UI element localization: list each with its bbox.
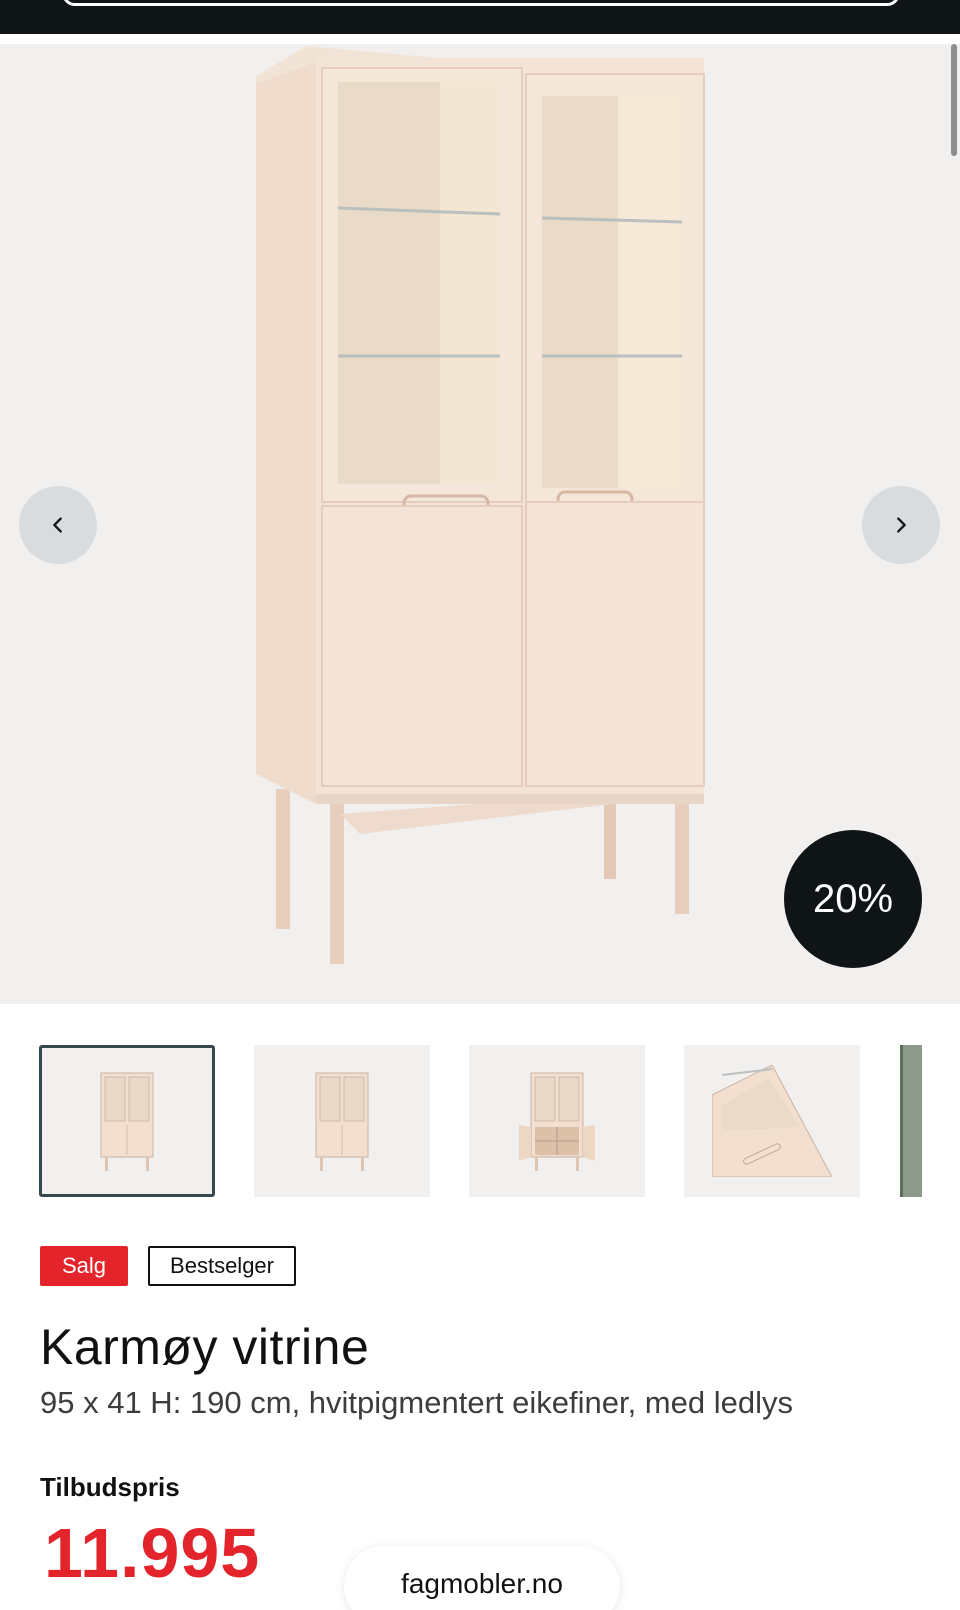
discount-badge: 20% bbox=[784, 830, 922, 968]
product-title: Karmøy vitrine bbox=[40, 1319, 370, 1375]
url-text: fagmobler.no bbox=[401, 1568, 563, 1599]
thumbnail-cabinet-open-image bbox=[519, 1072, 595, 1171]
thumbnail-5-partial[interactable] bbox=[900, 1045, 922, 1197]
price-label: Tilbudspris bbox=[40, 1472, 180, 1502]
previous-image-button[interactable] bbox=[19, 486, 97, 564]
product-image-gallery[interactable]: 20% bbox=[0, 44, 960, 1004]
offer-price: 11.995 bbox=[44, 1514, 261, 1592]
sale-badge: Salg bbox=[40, 1246, 129, 1286]
chevron-left-icon bbox=[53, 517, 62, 533]
bestseller-badge: Bestselger bbox=[148, 1246, 296, 1286]
thumbnail-3[interactable] bbox=[469, 1045, 645, 1197]
thumbnail-2[interactable] bbox=[254, 1045, 430, 1197]
chevron-right-icon bbox=[897, 517, 906, 533]
browser-url-pill[interactable]: fagmobler.no bbox=[344, 1546, 620, 1610]
gallery-scrollbar[interactable] bbox=[951, 44, 957, 156]
product-badges: Salg Bestselger bbox=[40, 1246, 296, 1286]
thumbnail-detail-image bbox=[712, 1065, 832, 1177]
thumbnail-cabinet-image bbox=[315, 1072, 369, 1171]
thumbnail-strip[interactable] bbox=[0, 1045, 960, 1197]
next-image-button[interactable] bbox=[862, 486, 940, 564]
address-bar-edge[interactable] bbox=[62, 0, 900, 6]
product-description: 95 x 41 H: 190 cm, hvitpigmentert eikefi… bbox=[40, 1385, 793, 1420]
thumbnail-cabinet-image bbox=[100, 1072, 154, 1171]
browser-top-bar bbox=[0, 0, 960, 34]
thumbnail-1[interactable] bbox=[39, 1045, 215, 1197]
thumbnail-4[interactable] bbox=[684, 1045, 860, 1197]
